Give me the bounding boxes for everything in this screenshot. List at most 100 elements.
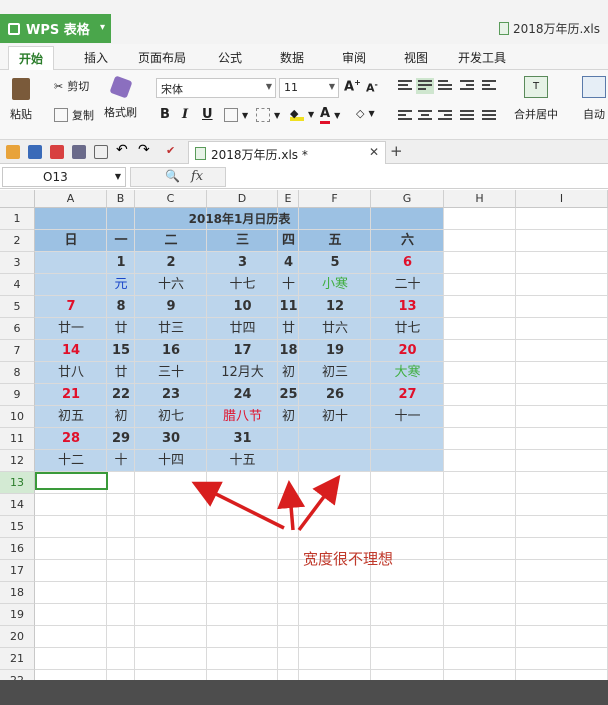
chevron-down-icon: ▼	[274, 110, 281, 120]
insert-function-button[interactable]: fx	[191, 169, 203, 184]
pdf-export-icon[interactable]	[50, 145, 64, 159]
spreadsheet-grid: ABCDEFGHI 1 2 3 4 5 6 7 8 9 10 11 12 13 14 15 16 17 18 19 2…	[0, 190, 608, 680]
customize-icon[interactable]: ✔	[166, 144, 180, 158]
document-tab-label: 2018万年历.xls *	[211, 148, 308, 162]
align-bottom-button[interactable]	[438, 80, 452, 92]
paint-bucket-icon: ◆	[290, 107, 304, 121]
open-folder-icon[interactable]	[6, 145, 20, 159]
xls-file-icon	[195, 147, 206, 160]
wrap-text-label: 自动	[583, 108, 605, 121]
align-right-button[interactable]	[438, 110, 452, 122]
save-icon[interactable]	[28, 145, 42, 159]
xls-file-icon	[498, 22, 509, 35]
name-box[interactable]: O13 ▼	[2, 167, 126, 187]
font-size-value: 11	[284, 81, 298, 94]
brush-icon	[108, 75, 133, 99]
copy-icon	[54, 108, 68, 122]
font-color-button[interactable]: A ▼	[320, 107, 340, 124]
wps-logo-icon	[8, 22, 20, 35]
border-icon	[224, 108, 238, 122]
chevron-down-icon: ▼	[114, 172, 121, 181]
magnifier-icon[interactable]: 🔍	[165, 169, 180, 183]
formula-tools: 🔍 fx	[130, 167, 226, 187]
merge-center-button[interactable]: T 合并居中	[514, 76, 558, 122]
decrease-indent-button[interactable]	[460, 80, 474, 92]
underline-button[interactable]: U	[202, 107, 213, 122]
justify-button[interactable]	[460, 110, 474, 122]
new-tab-plus-icon[interactable]: +	[390, 142, 403, 160]
distributed-button[interactable]	[482, 110, 496, 122]
align-top-button[interactable]	[398, 80, 412, 92]
clear-format-button[interactable]: ◇ ▼	[356, 107, 375, 120]
wrap-text-icon	[582, 76, 606, 98]
formula-bar: O13 ▼ 🔍 fx	[0, 165, 608, 189]
tab-developer[interactable]: 开发工具	[458, 49, 506, 66]
eraser-icon: ◇	[356, 107, 365, 120]
arrow-middle	[277, 480, 306, 531]
ribbon-toolbar: 粘贴 ✂ 剪切 复制 格式刷 宋体 ▼ 11 ▼ A+ A- B I U ▼ ▼…	[0, 70, 608, 140]
bold-button[interactable]: B	[160, 107, 170, 122]
annotation-text: 宽度很不理想	[303, 550, 394, 568]
tab-formulas[interactable]: 公式	[218, 49, 242, 66]
copy-button[interactable]: 复制	[54, 107, 94, 123]
tab-review[interactable]: 审阅	[342, 49, 366, 66]
tab-insert[interactable]: 插入	[84, 49, 108, 66]
font-name-value: 宋体	[161, 83, 183, 96]
increase-font-button[interactable]: A+	[344, 78, 361, 94]
chevron-down-icon: ▼	[308, 109, 315, 119]
chevron-down-icon: ▼	[242, 110, 249, 120]
decrease-font-button[interactable]: A-	[366, 80, 378, 95]
align-middle-button[interactable]	[416, 78, 434, 94]
grid-icon	[256, 108, 270, 122]
tab-home[interactable]: 开始	[8, 46, 55, 70]
align-left-button[interactable]	[398, 110, 412, 122]
undo-icon[interactable]: ↶	[116, 142, 130, 158]
tab-page-layout[interactable]: 页面布局	[138, 49, 186, 66]
cell-reference: O13	[43, 170, 68, 184]
chevron-down-icon: ▼	[334, 111, 341, 120]
scissors-icon: ✂	[54, 79, 64, 93]
cut-button[interactable]: ✂ 剪切	[54, 78, 89, 94]
font-color-icon: A	[320, 107, 331, 124]
tab-data[interactable]: 数据	[280, 49, 304, 66]
ribbon-tabs: 开始 插入 页面布局 公式 数据 审阅 视图 开发工具	[0, 44, 608, 70]
close-icon[interactable]: ✕	[369, 145, 379, 159]
merge-center-icon: T	[524, 76, 548, 98]
copy-label: 复制	[72, 109, 94, 122]
clipboard-icon	[12, 78, 30, 100]
print-preview-icon[interactable]	[94, 145, 108, 159]
font-name-select[interactable]: 宋体 ▼	[156, 78, 276, 98]
borders-button[interactable]: ▼	[224, 108, 248, 122]
wps-menu-button[interactable]: WPS 表格 ▾	[0, 14, 111, 43]
cut-label: 剪切	[67, 80, 90, 93]
chevron-down-icon: ▼	[265, 82, 272, 91]
title-bar: WPS 表格 ▾ 2018万年历.xls	[0, 0, 608, 44]
align-center-button[interactable]	[418, 110, 432, 122]
format-painter-label: 格式刷	[104, 106, 137, 119]
arrow-left	[191, 481, 285, 530]
status-bar	[0, 680, 608, 705]
chevron-down-icon: ▾	[99, 22, 105, 33]
chevron-down-icon: ▼	[368, 109, 375, 118]
chevron-down-icon: ▼	[328, 82, 335, 91]
arrow-right	[297, 474, 341, 532]
merge-format-button[interactable]: ▼	[256, 108, 280, 122]
italic-button[interactable]: I	[182, 107, 188, 122]
document-tab[interactable]: 2018万年历.xls * ✕	[188, 141, 386, 164]
paste-label: 粘贴	[10, 108, 32, 121]
redo-icon[interactable]: ↷	[138, 142, 152, 158]
tab-view[interactable]: 视图	[404, 49, 428, 66]
formula-input[interactable]	[226, 167, 606, 187]
wps-spreadsheet-window: WPS 表格 ▾ 2018万年历.xls 开始 插入 页面布局 公式 数据 审阅…	[0, 0, 608, 705]
window-title: 2018万年历.xls	[498, 20, 600, 37]
fill-color-button[interactable]: ◆ ▼	[290, 107, 314, 121]
brand-label: WPS 表格	[26, 23, 90, 38]
wrap-text-button[interactable]: 自动	[582, 76, 606, 122]
annotation-arrows	[191, 474, 341, 532]
print-icon[interactable]	[72, 145, 86, 159]
font-size-select[interactable]: 11 ▼	[279, 78, 339, 98]
merge-center-label: 合并居中	[514, 108, 558, 121]
format-painter-button[interactable]: 格式刷	[104, 75, 137, 120]
paste-button[interactable]: 粘贴	[10, 78, 32, 122]
increase-indent-button[interactable]	[482, 80, 496, 92]
